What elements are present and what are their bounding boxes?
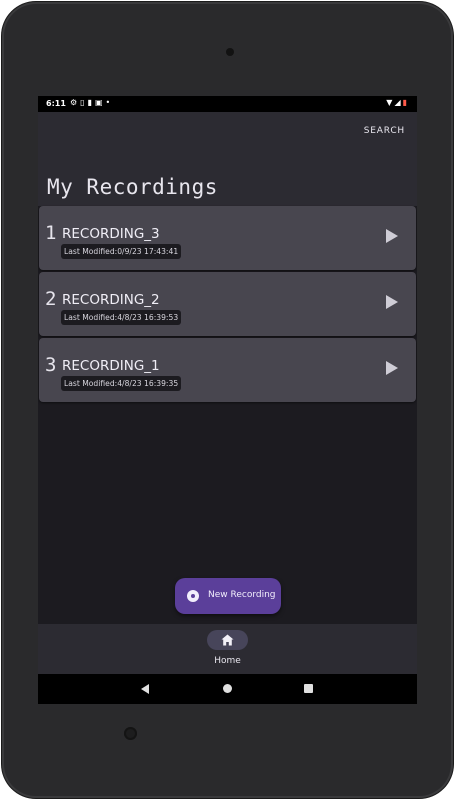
device-sensor: [124, 727, 137, 740]
vibrate-icon: ▯: [80, 98, 88, 107]
status-icons-right: ▼◢▮: [386, 98, 409, 107]
page-title: My Recordings: [47, 175, 218, 199]
status-time: 6:11: [46, 99, 66, 108]
app-header: SEARCH My Recordings: [38, 112, 417, 206]
recording-name: RECORDING_2: [62, 292, 160, 308]
recording-number: 3: [45, 354, 57, 376]
sim-icon: ▣: [94, 98, 106, 107]
play-icon[interactable]: [386, 295, 398, 309]
home-circle-icon[interactable]: [223, 684, 232, 693]
recording-card[interactable]: 3 RECORDING_1 Last Modified:4/8/23 16:39…: [39, 338, 416, 402]
app-screen: 6:11 ⚙▯▮▣• ▼◢▮ SEARCH My Recordings 1 RE…: [38, 96, 417, 704]
recording-card[interactable]: 1 RECORDING_3 Last Modified:0/9/23 17:43…: [39, 206, 416, 270]
new-recording-label: New Recording: [208, 590, 276, 600]
nav-item-home[interactable]: [207, 630, 248, 650]
front-camera: [226, 48, 234, 56]
back-icon[interactable]: [141, 684, 149, 694]
battery-icon: ▮: [402, 98, 409, 107]
recording-modified: Last Modified:0/9/23 17:43:41: [61, 244, 182, 259]
home-icon: [221, 634, 234, 646]
signal-icon: ◢: [394, 98, 403, 107]
recording-number: 1: [45, 222, 57, 244]
bottom-navigation: Home: [38, 624, 417, 674]
new-recording-button[interactable]: New Recording: [175, 578, 281, 614]
recording-name: RECORDING_1: [62, 358, 160, 374]
recents-icon[interactable]: [304, 684, 313, 693]
play-icon[interactable]: [386, 229, 398, 243]
gear-icon: ⚙: [70, 98, 81, 107]
nav-item-home-label: Home: [214, 656, 241, 666]
dot-icon: •: [105, 98, 114, 107]
recording-modified: Last Modified:4/8/23 16:39:35: [61, 376, 182, 391]
recording-card[interactable]: 2 RECORDING_2 Last Modified:4/8/23 16:39…: [39, 272, 416, 336]
recording-modified: Last Modified:4/8/23 16:39:53: [61, 310, 182, 325]
search-button[interactable]: SEARCH: [364, 126, 405, 136]
recording-number: 2: [45, 288, 57, 310]
play-icon[interactable]: [386, 361, 398, 375]
recording-name: RECORDING_3: [62, 226, 160, 242]
battery-saver-icon: ▮: [87, 98, 95, 107]
status-bar: 6:11 ⚙▯▮▣• ▼◢▮: [38, 96, 417, 112]
system-navigation-bar: [38, 674, 417, 704]
status-icons-left: ⚙▯▮▣•: [70, 98, 113, 107]
record-icon: [187, 590, 199, 602]
